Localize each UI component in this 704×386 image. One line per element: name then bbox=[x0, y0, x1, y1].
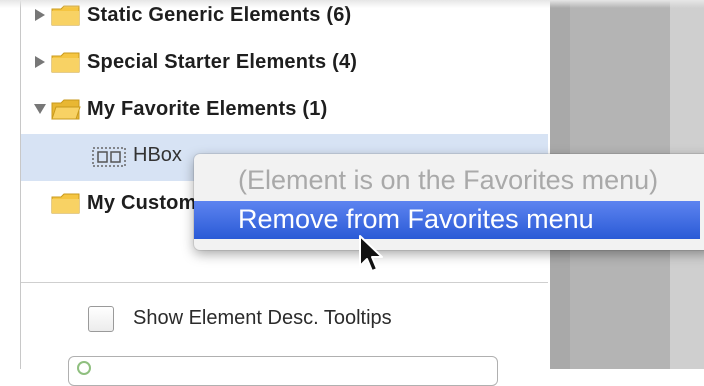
search-input[interactable] bbox=[68, 356, 498, 386]
show-tooltips-checkbox[interactable] bbox=[88, 306, 114, 332]
search-icon bbox=[77, 361, 91, 375]
folder-icon bbox=[51, 191, 81, 215]
menu-item-label: Remove from Favorites menu bbox=[238, 204, 594, 234]
tree-row-my-favorite[interactable]: My Favorite Elements (1) bbox=[31, 92, 327, 126]
expand-triangle-icon[interactable] bbox=[31, 5, 49, 25]
tree-row-label: My Favorite Elements (1) bbox=[87, 97, 328, 120]
top-shadow bbox=[0, 0, 704, 8]
menu-item-favorites-info: (Element is on the Favorites menu) bbox=[238, 165, 659, 195]
context-menu: (Element is on the Favorites menu) Remov… bbox=[194, 154, 704, 250]
divider bbox=[21, 282, 548, 283]
tree-row-special-starter[interactable]: Special Starter Elements (4) bbox=[31, 45, 357, 79]
collapse-triangle-icon[interactable] bbox=[31, 99, 49, 119]
open-folder-icon bbox=[51, 97, 81, 121]
menu-item-remove-from-favorites[interactable]: Remove from Favorites menu bbox=[194, 201, 700, 239]
window-frame bbox=[0, 0, 20, 369]
hbox-icon bbox=[92, 146, 126, 168]
tree-item-label: HBox bbox=[133, 144, 182, 166]
expand-triangle-icon[interactable] bbox=[31, 52, 49, 72]
tree-row-label: Special Starter Elements (4) bbox=[87, 50, 358, 73]
mouse-pointer-icon bbox=[358, 234, 386, 274]
folder-icon bbox=[51, 50, 81, 74]
show-tooltips-label: Show Element Desc. Tooltips bbox=[133, 307, 392, 329]
